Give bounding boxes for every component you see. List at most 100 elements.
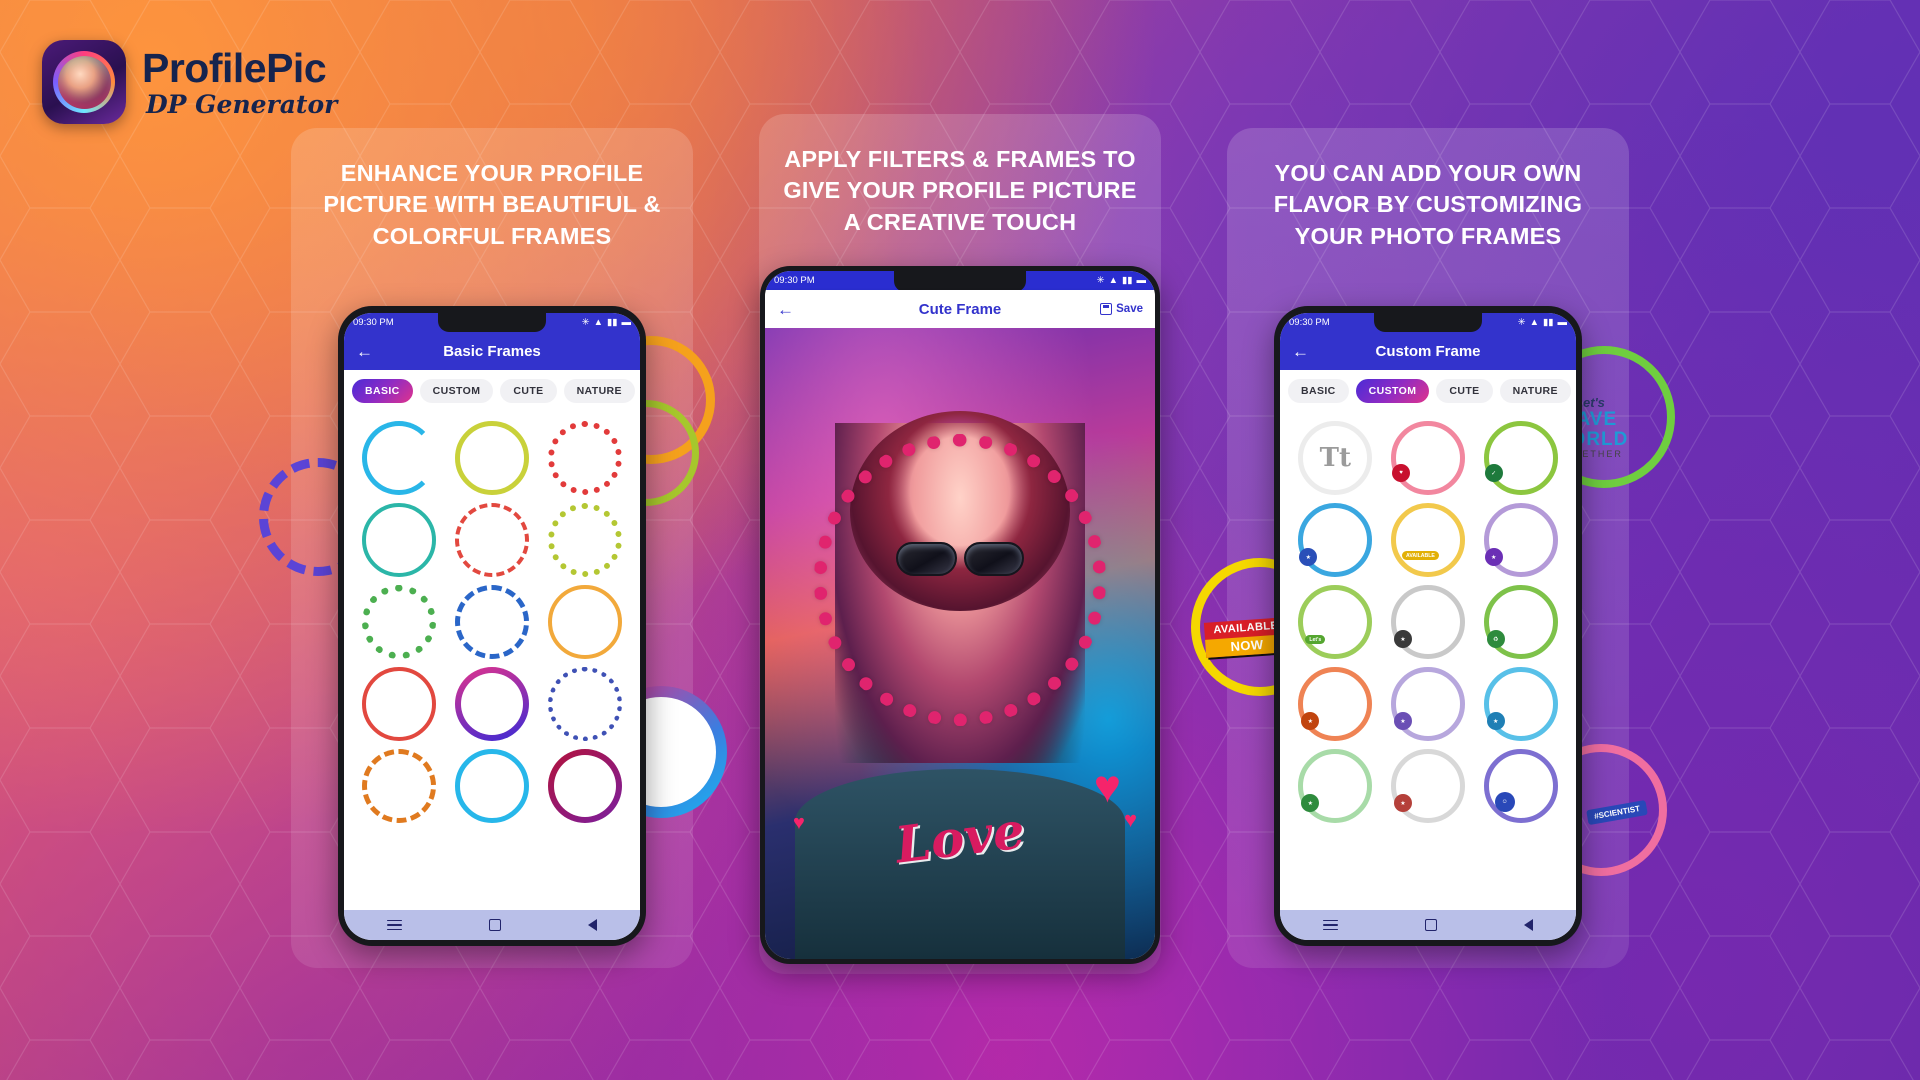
panel-basic-frames: ENHANCE YOUR PROFILE PICTURE WITH BEAUTI…: [259, 128, 716, 968]
tab-custom[interactable]: CUSTOM: [1355, 379, 1430, 403]
back-arrow-icon[interactable]: ←: [777, 301, 794, 318]
battery-icon: ▬: [621, 317, 632, 328]
status-bar: 09:30 PM ✳ ▲ ▮▮ ▬: [1280, 313, 1576, 332]
tab-custom[interactable]: CUSTOM: [419, 379, 494, 403]
frame-tag: AVAILABLE: [1401, 551, 1439, 560]
frame-item[interactable]: [447, 585, 538, 659]
status-bar: 09:30 PM ✳ ▲ ▮▮ ▬: [765, 271, 1155, 292]
frame-item[interactable]: [354, 749, 445, 823]
battery-icon: ▬: [1557, 317, 1568, 328]
frame-item[interactable]: [354, 503, 445, 577]
panel-custom-frame: YOU CAN ADD YOUR OWN FLAVOR BY CUSTOMIZI…: [1191, 128, 1675, 968]
phone-mockup: 09:30 PM ✳ ▲ ▮▮ ▬ ← Custom Frame BASIC C…: [1274, 306, 1582, 946]
phone-notch: [894, 271, 1026, 292]
app-bar: ← Cute Frame Save: [765, 290, 1155, 328]
tab-nature[interactable]: NATURE: [563, 379, 635, 403]
frame-grid: Tt ♥ ✓ ★ AVAILABLE ★ Let's ★ ♻ ★ ★ ★ ★ ★: [1280, 409, 1576, 910]
save-icon: [1100, 303, 1113, 315]
save-button[interactable]: Save: [1100, 303, 1143, 315]
home-square-icon[interactable]: [1424, 919, 1437, 931]
tab-cute[interactable]: CUTE: [1436, 379, 1493, 403]
frame-item[interactable]: [539, 503, 630, 577]
tab-basic[interactable]: BASIC: [1288, 379, 1349, 403]
badge-dot: ☺: [1494, 792, 1515, 812]
status-time: 09:30 PM: [1289, 317, 1330, 328]
frame-item[interactable]: ✓: [1475, 421, 1566, 495]
frame-item[interactable]: ★: [1290, 503, 1381, 577]
panel-headline: YOU CAN ADD YOUR OWN FLAVOR BY CUSTOMIZI…: [1273, 160, 1583, 249]
home-square-icon[interactable]: [488, 919, 501, 931]
bluetooth-icon: ✳: [1517, 317, 1526, 328]
android-nav-bar: [344, 910, 640, 940]
tab-basic[interactable]: BASIC: [352, 379, 413, 403]
scientist-tag: #SCIENTIST: [1585, 799, 1648, 826]
panel-cute-frame: APPLY FILTERS & FRAMES TO GIVE YOUR PROF…: [759, 114, 1161, 974]
menu-icon[interactable]: [1323, 919, 1339, 931]
back-arrow-icon[interactable]: ←: [1292, 343, 1309, 360]
frame-item[interactable]: ★: [1475, 503, 1566, 577]
badge-dot: ★: [1301, 794, 1320, 812]
panel-row: ENHANCE YOUR PROFILE PICTURE WITH BEAUTI…: [0, 114, 1920, 974]
logo-ring: [53, 51, 115, 113]
panel-headline: APPLY FILTERS & FRAMES TO GIVE YOUR PROF…: [783, 146, 1137, 235]
frame-item[interactable]: ☺: [1475, 749, 1566, 823]
frame-item[interactable]: [539, 585, 630, 659]
frame-item[interactable]: Let's: [1290, 585, 1381, 659]
frame-item[interactable]: AVAILABLE: [1383, 503, 1474, 577]
frame-item[interactable]: ♻: [1475, 585, 1566, 659]
wifi-icon: ▲: [593, 317, 604, 328]
frame-item[interactable]: [354, 585, 445, 659]
signal-icon: ▮▮: [1122, 275, 1133, 286]
frame-item[interactable]: [539, 749, 630, 823]
logo-avatar: [57, 55, 111, 109]
tab-nature[interactable]: NATURE: [1499, 379, 1571, 403]
phone-notch: [1374, 313, 1482, 332]
badge-dot: ★: [1486, 712, 1505, 730]
badge-dot: ♥: [1391, 464, 1410, 482]
frame-item[interactable]: ★: [1475, 667, 1566, 741]
app-bar: ← Custom Frame: [1280, 332, 1576, 370]
save-label: Save: [1116, 303, 1143, 315]
frame-item[interactable]: ★: [1383, 585, 1474, 659]
frame-item[interactable]: ★: [1290, 749, 1381, 823]
frame-item[interactable]: [539, 421, 630, 495]
frame-item-text-tool[interactable]: Tt: [1290, 421, 1381, 495]
phone-screen: 09:30 PM ✳ ▲ ▮▮ ▬ ← Custom Frame BASIC C…: [1280, 313, 1576, 940]
frame-item[interactable]: [447, 667, 538, 741]
phone-mockup: 09:30 PM ✳ ▲ ▮▮ ▬ ← Cute Frame Save ♥ ♥ …: [760, 266, 1160, 964]
frame-item[interactable]: [447, 749, 538, 823]
frame-item[interactable]: [354, 667, 445, 741]
frame-item[interactable]: [447, 503, 538, 577]
frame-item[interactable]: ★: [1383, 667, 1474, 741]
frame-item[interactable]: ★: [1383, 749, 1474, 823]
menu-icon[interactable]: [387, 919, 403, 931]
app-bar-title: Custom Frame: [1375, 342, 1481, 360]
bluetooth-icon: ✳: [1096, 275, 1105, 286]
bluetooth-icon: ✳: [581, 317, 590, 328]
brand-logo: ProfilePic DP Generator: [42, 40, 337, 124]
status-time: 09:30 PM: [353, 317, 394, 328]
back-triangle-icon[interactable]: [587, 919, 597, 931]
heart-icon: ♥: [1093, 760, 1121, 812]
back-triangle-icon[interactable]: [1523, 919, 1533, 931]
heart-icon: ♥: [1123, 807, 1137, 832]
status-time: 09:30 PM: [774, 275, 815, 286]
badge-dot: ★: [1484, 548, 1503, 566]
app-bar-title: Basic Frames: [443, 342, 541, 360]
phone-notch: [438, 313, 546, 332]
status-bar: 09:30 PM ✳ ▲ ▮▮ ▬: [344, 313, 640, 332]
phone-screen: 09:30 PM ✳ ▲ ▮▮ ▬ ← Basic Frames BASIC C…: [344, 313, 640, 940]
frame-grid: [344, 409, 640, 910]
back-arrow-icon[interactable]: ←: [356, 343, 373, 360]
frame-item[interactable]: [447, 421, 538, 495]
badge-dot: ★: [1393, 712, 1412, 730]
frame-item[interactable]: [539, 667, 630, 741]
tab-cute[interactable]: CUTE: [500, 379, 557, 403]
badge-dot: ★: [1301, 712, 1320, 730]
photo-preview[interactable]: ♥ ♥ ♥ Love: [765, 328, 1155, 959]
app-bar: ← Basic Frames: [344, 332, 640, 370]
frame-item[interactable]: [354, 421, 445, 495]
frame-item[interactable]: ♥: [1383, 421, 1474, 495]
frame-item[interactable]: ★: [1290, 667, 1381, 741]
frame-category-tabs: BASIC CUSTOM CUTE NATURE: [344, 370, 640, 409]
